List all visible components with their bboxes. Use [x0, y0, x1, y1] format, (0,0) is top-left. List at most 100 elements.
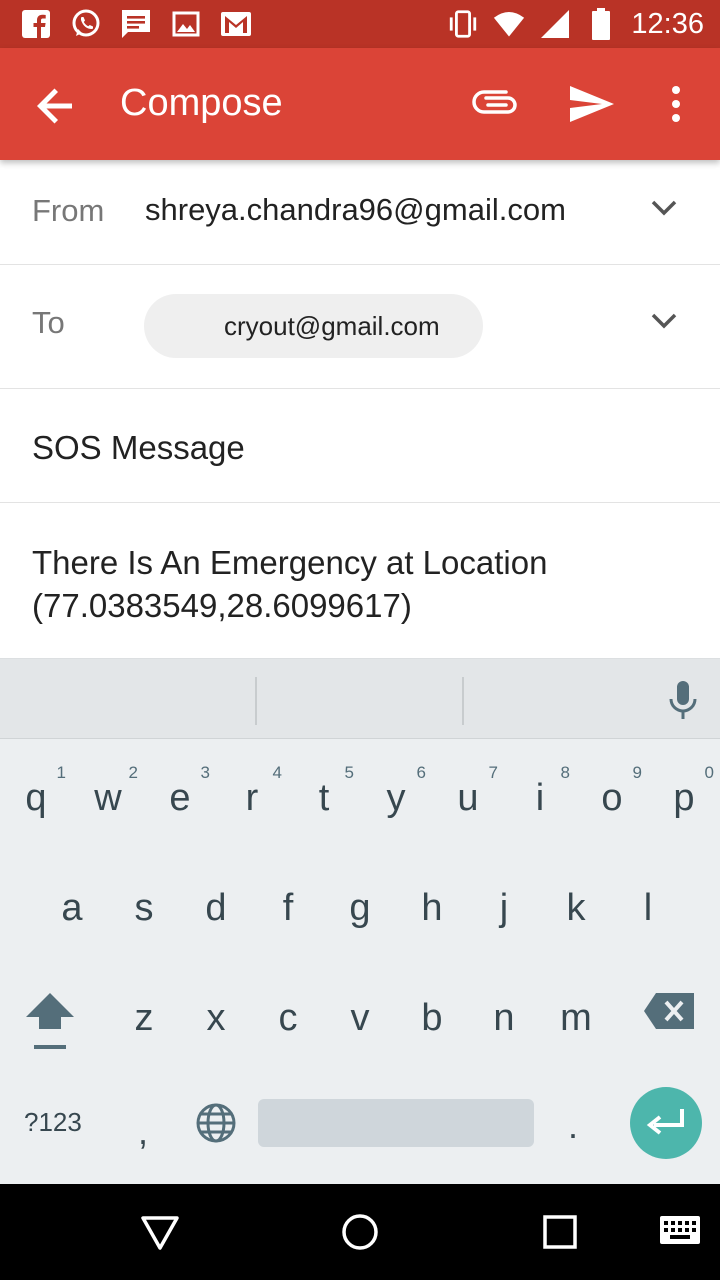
- from-address[interactable]: shreya.chandra96@gmail.com: [145, 192, 566, 228]
- back-arrow-icon[interactable]: [34, 84, 78, 128]
- status-time: 12:36: [631, 8, 704, 40]
- key-label: l: [643, 887, 653, 929]
- symbols-key[interactable]: ?123: [24, 1107, 82, 1138]
- keyboard: q1w2e3r4t5y6u7i8o9p0 asdfghjkl zxcvbnm ?…: [0, 658, 720, 1184]
- comma-key[interactable]: ,: [138, 1111, 148, 1153]
- key-m[interactable]: m: [540, 965, 612, 1065]
- recipient-email: cryout@gmail.com: [224, 311, 440, 341]
- key-j[interactable]: j: [468, 855, 540, 955]
- key-label: z: [134, 997, 154, 1039]
- key-x[interactable]: x: [180, 965, 252, 1065]
- subject-row: SOS Message: [0, 389, 720, 503]
- key-label: j: [499, 887, 509, 929]
- keyboard-switch-icon[interactable]: [658, 1214, 702, 1250]
- message-icon: [120, 8, 152, 40]
- from-row: From shreya.chandra96@gmail.com: [0, 160, 720, 265]
- key-u[interactable]: u7: [432, 745, 504, 845]
- key-hint: 4: [272, 763, 282, 782]
- globe-icon[interactable]: [194, 1101, 238, 1145]
- key-b[interactable]: b: [396, 965, 468, 1065]
- whatsapp-icon: [70, 8, 102, 40]
- key-z[interactable]: z: [108, 965, 180, 1065]
- key-l[interactable]: l: [612, 855, 684, 955]
- key-d[interactable]: d: [180, 855, 252, 955]
- key-q[interactable]: q1: [0, 745, 72, 845]
- key-label: p: [673, 777, 695, 819]
- microphone-icon[interactable]: [666, 679, 700, 721]
- nav-back-icon[interactable]: [140, 1212, 180, 1252]
- key-hint: 1: [56, 763, 66, 782]
- facebook-icon: [20, 8, 52, 40]
- key-hint: 5: [344, 763, 354, 782]
- subject-field[interactable]: SOS Message: [32, 429, 245, 467]
- key-label: c: [278, 997, 298, 1039]
- suggestion-strip: [0, 659, 720, 739]
- key-r[interactable]: r4: [216, 745, 288, 845]
- key-label: r: [245, 777, 259, 819]
- shift-key[interactable]: [24, 991, 76, 1053]
- battery-icon: [585, 8, 617, 40]
- key-f[interactable]: f: [252, 855, 324, 955]
- key-k[interactable]: k: [540, 855, 612, 955]
- key-t[interactable]: t5: [288, 745, 360, 845]
- recipient-chip[interactable]: cryout@gmail.com: [144, 294, 483, 358]
- gmail-icon: [220, 8, 252, 40]
- vibrate-icon: [447, 8, 479, 40]
- key-hint: 8: [560, 763, 570, 782]
- key-label: g: [349, 887, 371, 929]
- key-hint: 6: [416, 763, 426, 782]
- app-bar: Compose: [0, 48, 720, 160]
- key-n[interactable]: n: [468, 965, 540, 1065]
- page-title: Compose: [120, 82, 283, 124]
- enter-key[interactable]: [630, 1087, 702, 1159]
- key-hint: 0: [704, 763, 714, 782]
- key-o[interactable]: o9: [576, 745, 648, 845]
- key-w[interactable]: w2: [72, 745, 144, 845]
- key-label: a: [61, 887, 83, 929]
- key-a[interactable]: a: [36, 855, 108, 955]
- suggestion-divider: [462, 677, 464, 725]
- key-c[interactable]: c: [252, 965, 324, 1065]
- status-bar: 12:36: [0, 0, 720, 48]
- key-i[interactable]: i8: [504, 745, 576, 845]
- to-label: To: [32, 305, 65, 340]
- chevron-down-icon[interactable]: [648, 305, 680, 337]
- key-label: d: [205, 887, 227, 929]
- key-label: n: [493, 997, 515, 1039]
- attach-icon[interactable]: [472, 82, 520, 126]
- to-row: To cryout@gmail.com: [0, 265, 720, 389]
- key-label: o: [601, 777, 623, 819]
- key-label: i: [535, 777, 545, 819]
- signal-icon: [539, 8, 571, 40]
- key-hint: 9: [632, 763, 642, 782]
- period-key[interactable]: .: [568, 1105, 578, 1147]
- key-hint: 3: [200, 763, 210, 782]
- backspace-key[interactable]: [642, 991, 696, 1031]
- message-body[interactable]: There Is An Emergency at Location (77.03…: [32, 541, 692, 627]
- key-label: q: [25, 777, 47, 819]
- nav-home-icon[interactable]: [340, 1212, 380, 1252]
- key-h[interactable]: h: [396, 855, 468, 955]
- more-options-icon[interactable]: [664, 82, 688, 126]
- key-e[interactable]: e3: [144, 745, 216, 845]
- from-label: From: [32, 193, 105, 228]
- nav-recents-icon[interactable]: [540, 1212, 580, 1252]
- key-label: m: [560, 997, 592, 1039]
- key-label: w: [94, 777, 122, 819]
- enter-arrow-icon: [646, 1109, 684, 1135]
- key-s[interactable]: s: [108, 855, 180, 955]
- key-label: v: [350, 997, 370, 1039]
- key-v[interactable]: v: [324, 965, 396, 1065]
- wifi-icon: [493, 8, 525, 40]
- chevron-down-icon[interactable]: [648, 192, 680, 224]
- key-y[interactable]: y6: [360, 745, 432, 845]
- key-label: y: [386, 777, 406, 819]
- key-label: b: [421, 997, 443, 1039]
- key-g[interactable]: g: [324, 855, 396, 955]
- key-hint: 2: [128, 763, 138, 782]
- image-icon: [170, 8, 202, 40]
- send-icon[interactable]: [566, 78, 618, 130]
- space-key[interactable]: [258, 1099, 534, 1147]
- key-p[interactable]: p0: [648, 745, 720, 845]
- key-label: s: [134, 887, 154, 929]
